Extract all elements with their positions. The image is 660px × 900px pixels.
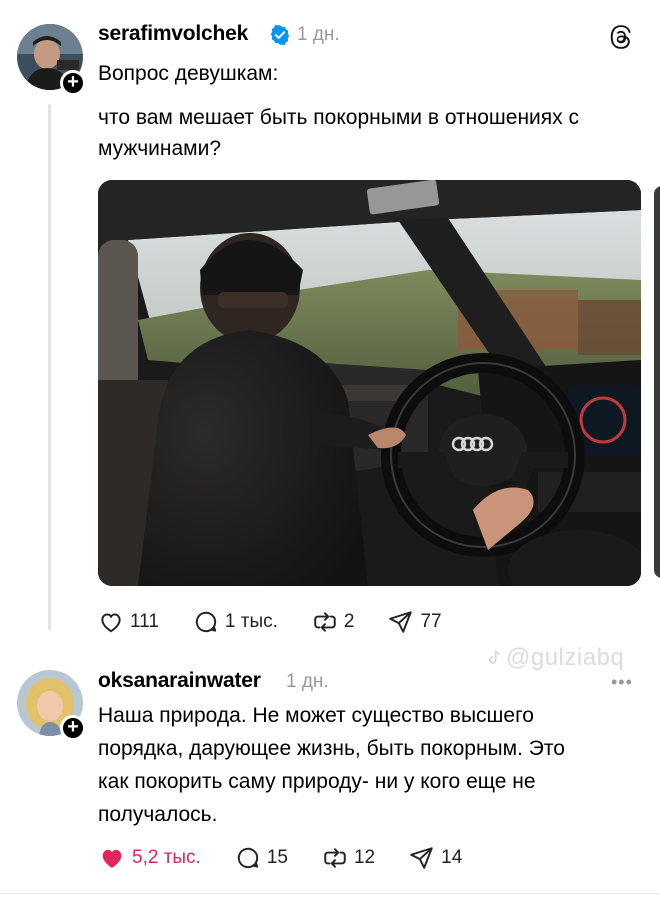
thread-connector-line	[48, 104, 51, 630]
post-time: 1 дн.	[297, 24, 340, 45]
like-count: 5,2 тыс.	[132, 847, 201, 868]
post-body-line: что вам мешает быть покорными в отношени…	[98, 106, 579, 129]
comment-count: 1 тыс.	[224, 611, 278, 632]
post-username[interactable]: serafimvolchek	[98, 22, 248, 46]
watermark: @gulziabq	[484, 644, 624, 672]
tiktok-icon	[489, 650, 500, 664]
repost-button[interactable]: 2	[312, 609, 355, 635]
follow-plus-icon[interactable]: +	[60, 715, 86, 741]
reply-text-line: Наша природа. Не может существо высшего	[98, 704, 534, 727]
share-count: 14	[441, 847, 463, 868]
next-image-peek[interactable]	[654, 186, 660, 578]
comment-button[interactable]: 1 тыс.	[193, 609, 278, 635]
post-action-bar: 111 1 тыс. 2 77	[98, 609, 476, 635]
repost-button[interactable]: 12	[322, 845, 375, 871]
like-button[interactable]: 5,2 тыс.	[98, 844, 201, 872]
follow-plus-icon[interactable]: +	[60, 70, 86, 96]
post-image[interactable]	[98, 180, 641, 586]
reply-time: 1 дн.	[286, 671, 329, 692]
share-count: 77	[420, 611, 442, 632]
more-icon[interactable]: •••	[611, 672, 633, 693]
bottom-divider	[0, 893, 660, 894]
reply-text-line: получалось.	[98, 803, 218, 826]
repost-icon	[324, 848, 346, 868]
heart-icon	[102, 849, 122, 868]
verified-icon	[269, 24, 291, 51]
heart-icon	[101, 613, 121, 633]
comment-count: 15	[266, 847, 288, 868]
reply-username[interactable]: oksanarainwater	[98, 669, 261, 693]
like-count: 111	[130, 611, 159, 632]
repost-count: 12	[353, 847, 376, 868]
share-button[interactable]: 14	[409, 845, 462, 871]
reply-text-line: порядка, дарующее жизнь, быть покорным. …	[98, 737, 565, 760]
comment-button[interactable]: 15	[235, 845, 288, 871]
repost-icon	[314, 612, 336, 632]
share-button[interactable]: 77	[388, 609, 442, 635]
reply-action-bar: 5,2 тыс. 15 12 14	[98, 844, 496, 872]
post-body-line: мужчинами?	[98, 137, 222, 160]
reply-text-line: как покорить саму природу- ни у кого еще…	[98, 770, 536, 793]
threads-logo-icon[interactable]	[608, 24, 634, 55]
share-icon	[389, 611, 413, 633]
watermark-text: @gulziabq	[506, 644, 625, 671]
post-title-line: Вопрос девушкам:	[98, 62, 279, 85]
comment-icon	[237, 847, 259, 869]
repost-count: 2	[343, 611, 355, 632]
share-icon	[410, 847, 433, 869]
comment-icon	[195, 611, 217, 633]
like-button[interactable]: 111	[98, 609, 159, 635]
